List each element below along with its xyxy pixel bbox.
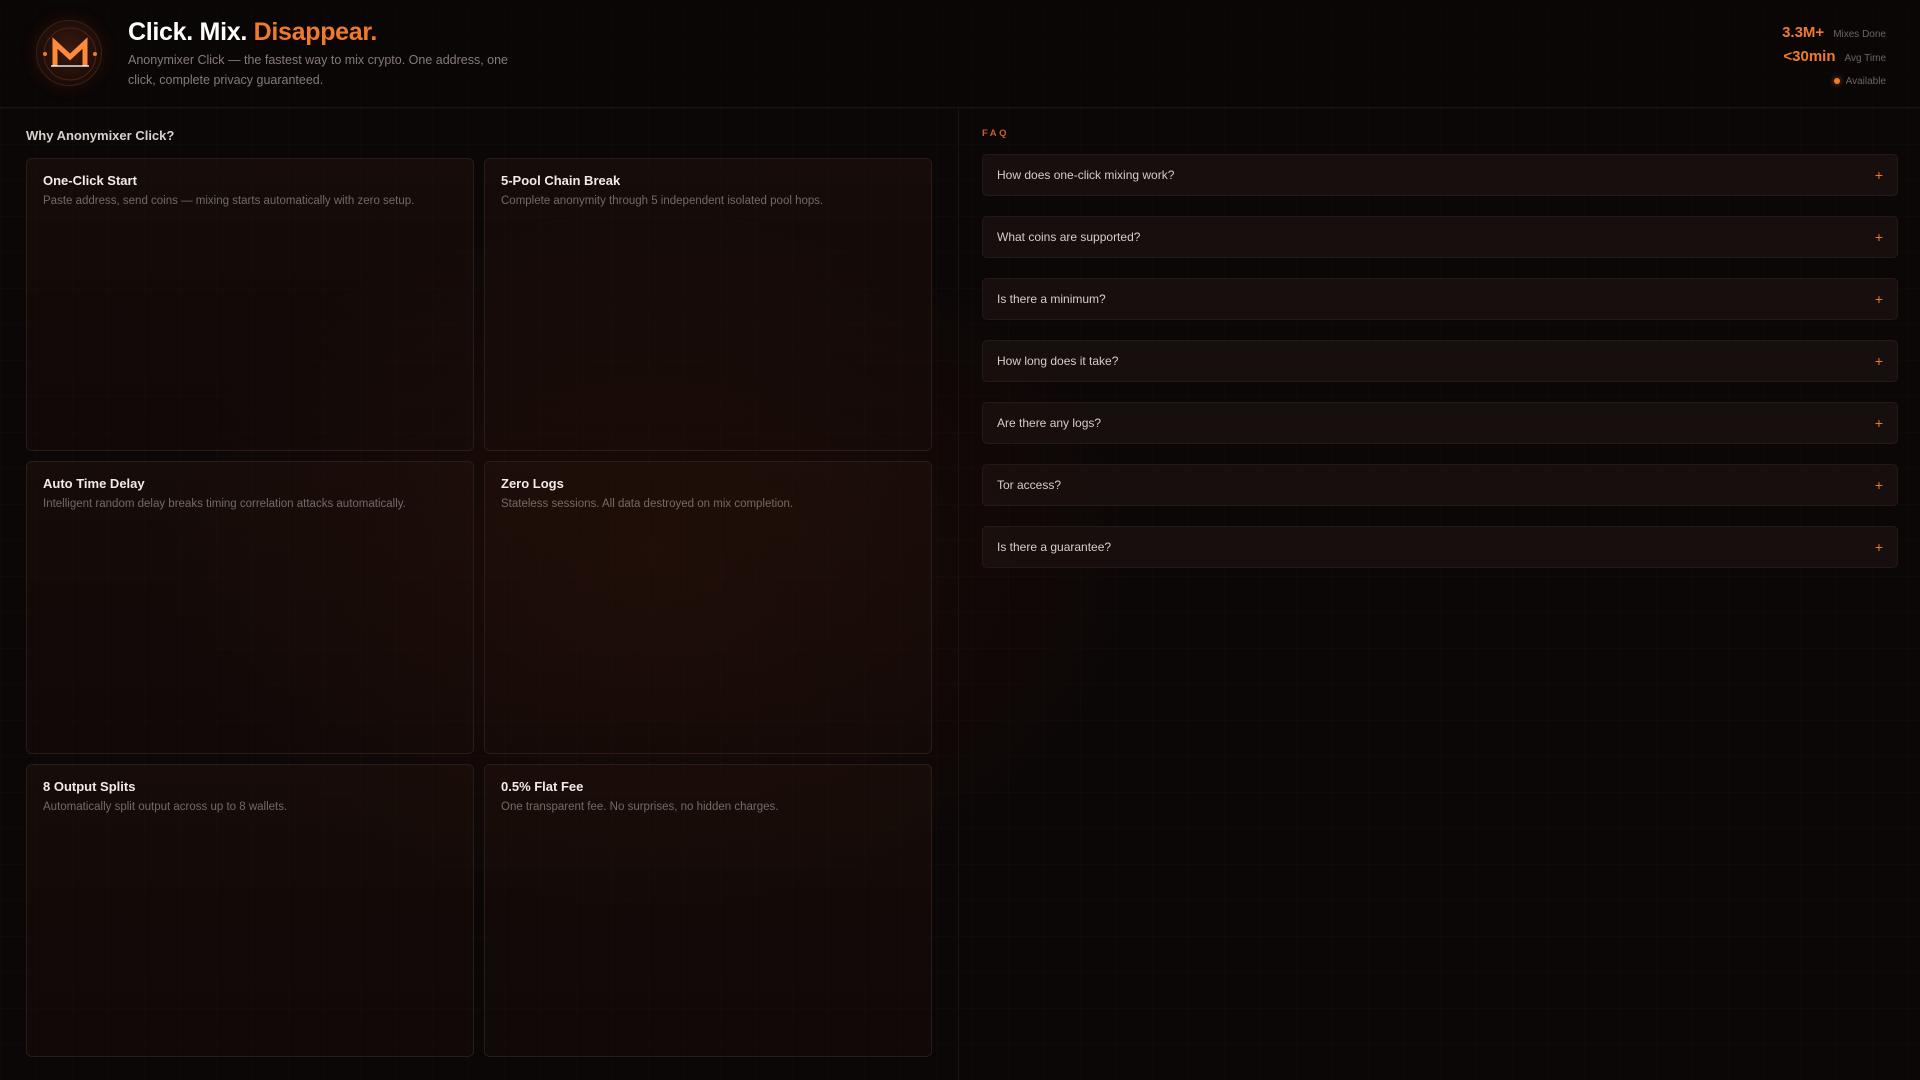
- faq-question: Tor access?: [997, 478, 1062, 492]
- feature-description: Intelligent random delay breaks timing c…: [43, 498, 406, 510]
- monero-m-logo-icon[interactable]: [36, 20, 102, 86]
- faq-item[interactable]: Is there a minimum? +: [982, 278, 1898, 320]
- feature-description: One transparent fee. No surprises, no hi…: [501, 801, 779, 813]
- faq-item[interactable]: Are there any logs? +: [982, 402, 1898, 444]
- stat-value: <30min: [1783, 48, 1836, 65]
- plus-icon[interactable]: +: [1875, 229, 1883, 245]
- plus-icon[interactable]: +: [1875, 539, 1883, 555]
- stat-value: 3.3M+: [1782, 24, 1825, 41]
- feature-title: Zero Logs: [501, 476, 564, 491]
- feature-card-zero-logs: Zero Logs Stateless sessions. All data d…: [484, 461, 932, 754]
- plus-icon[interactable]: +: [1875, 291, 1883, 307]
- feature-card-one-click-start: One-Click Start Paste address, send coin…: [26, 158, 474, 451]
- column-divider: [958, 108, 959, 1080]
- plus-icon[interactable]: +: [1875, 353, 1883, 369]
- faq-question: Are there any logs?: [997, 416, 1102, 430]
- title-main: Click. Mix.: [128, 18, 254, 46]
- feature-title: 5-Pool Chain Break: [501, 173, 621, 188]
- faq-item[interactable]: Tor access? +: [982, 464, 1898, 506]
- feature-description: Automatically split output across up to …: [43, 801, 288, 813]
- feature-title: One-Click Start: [43, 173, 137, 188]
- plus-icon[interactable]: +: [1875, 415, 1883, 431]
- features-grid: One-Click Start Paste address, send coin…: [26, 158, 933, 1057]
- feature-card-flat-fee: 0.5% Flat Fee One transparent fee. No su…: [484, 764, 932, 1057]
- feature-description: Complete anonymity through 5 independent…: [501, 195, 824, 207]
- faq-question: How long does it take?: [997, 354, 1119, 368]
- stat-label: Mixes Done: [1833, 29, 1886, 40]
- faq-question: Is there a minimum?: [997, 292, 1106, 306]
- feature-title: Auto Time Delay: [43, 476, 145, 491]
- availability-status: Available: [1782, 72, 1886, 90]
- brand-subtitle: Anonymixer Click — the fastest way to mi…: [128, 53, 509, 87]
- faq-question: What coins are supported?: [997, 230, 1141, 244]
- stats-panel: 3.3M+ Mixes Done <30min Avg Time Availab…: [1782, 24, 1886, 90]
- faq-question: Is there a guarantee?: [997, 540, 1112, 554]
- page-header: Click. Mix. Disappear. Anonymixer Click …: [0, 0, 1920, 108]
- feature-card-pool-chain-break: 5-Pool Chain Break Complete anonymity th…: [484, 158, 932, 451]
- faq-heading: FAQ: [982, 128, 1010, 139]
- logo-mark: [43, 27, 97, 81]
- faq-item[interactable]: How long does it take? +: [982, 340, 1898, 382]
- stat-avg-time: <30min Avg Time: [1782, 48, 1886, 72]
- faq-question: How does one-click mixing work?: [997, 168, 1175, 182]
- features-heading: Why Anonymixer Click?: [26, 128, 175, 143]
- title-accent: Disappear.: [253, 18, 378, 46]
- feature-card-output-splits: 8 Output Splits Automatically split outp…: [26, 764, 474, 1057]
- feature-title: 0.5% Flat Fee: [501, 779, 584, 794]
- feature-description: Paste address, send coins — mixing start…: [43, 195, 415, 207]
- feature-description: Stateless sessions. All data destroyed o…: [501, 498, 794, 510]
- stat-mixes-done: 3.3M+ Mixes Done: [1782, 24, 1886, 48]
- plus-icon[interactable]: +: [1875, 167, 1883, 183]
- page-title: Click. Mix. Disappear.: [128, 18, 377, 47]
- status-label: Available: [1845, 75, 1886, 87]
- stat-label: Avg Time: [1844, 53, 1887, 64]
- faq-item[interactable]: What coins are supported? +: [982, 216, 1898, 258]
- faq-item[interactable]: How does one-click mixing work? +: [982, 154, 1898, 196]
- plus-icon[interactable]: +: [1875, 477, 1883, 493]
- feature-title: 8 Output Splits: [43, 779, 136, 794]
- faq-list: How does one-click mixing work? + What c…: [982, 154, 1898, 568]
- feature-card-auto-time-delay: Auto Time Delay Intelligent random delay…: [26, 461, 474, 754]
- faq-item[interactable]: Is there a guarantee? +: [982, 526, 1898, 568]
- status-dot-icon: [1833, 78, 1840, 84]
